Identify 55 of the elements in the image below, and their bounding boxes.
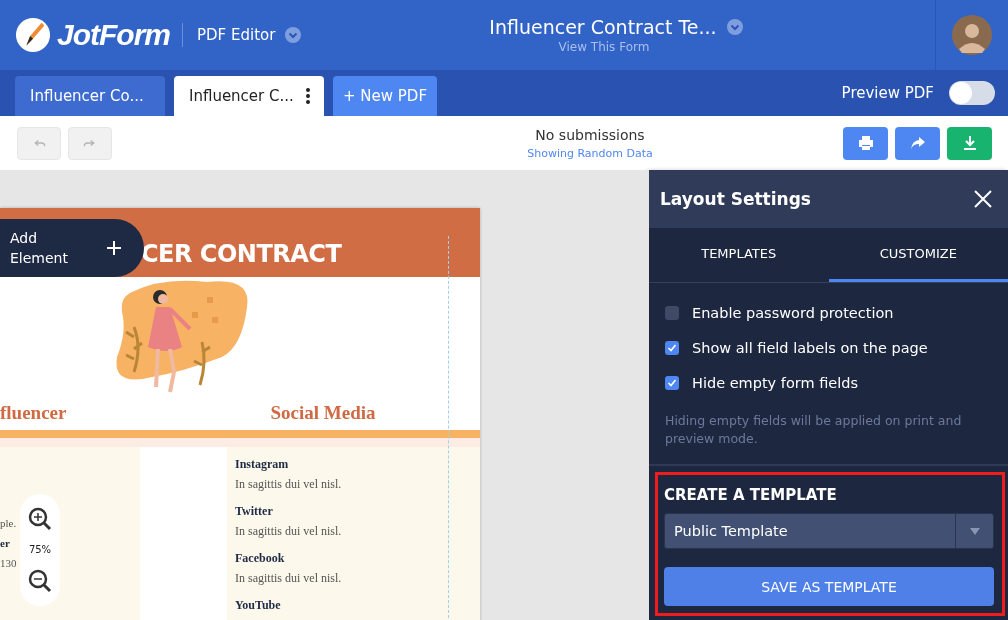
print-button[interactable] [843, 126, 888, 160]
hint-text: Hiding empty fields will be applied on print and preview mode. [665, 412, 963, 448]
section-title: CREATE A TEMPLATE [664, 486, 838, 504]
social-network-label: YouTube [235, 598, 282, 613]
download-button[interactable] [947, 126, 992, 160]
social-network-label: Facebook [235, 551, 286, 566]
logo-text[interactable]: JotForm [57, 18, 170, 52]
document-text: er [0, 536, 10, 551]
template-type-select[interactable]: Public Template [664, 513, 994, 549]
social-network-text: In sagittis dui vel nisl. [235, 477, 343, 492]
panel-title: Layout Settings [660, 189, 811, 209]
document-title: CER CONTRACT [141, 240, 342, 269]
checkbox[interactable] [665, 375, 679, 390]
view-form-link[interactable]: View This Form [558, 40, 650, 54]
app-name: PDF Editor [197, 26, 276, 44]
social-network-label: Twitter [235, 504, 274, 519]
avatar-icon[interactable] [952, 15, 992, 55]
option-label: Enable password protection [692, 304, 894, 321]
document-tab[interactable]: Influencer C... [174, 76, 324, 116]
add-element-button[interactable]: Add Element [0, 219, 144, 277]
share-button[interactable] [895, 126, 940, 160]
option-label: Show all field labels on the page [692, 339, 928, 356]
section-heading: fluencer [0, 401, 67, 424]
save-as-template-button[interactable]: SAVE AS TEMPLATE [664, 567, 994, 606]
zoom-out-icon[interactable] [28, 569, 52, 594]
section-heading: Social Media [270, 401, 376, 424]
close-icon[interactable] [974, 190, 992, 208]
share-icon [909, 135, 926, 151]
social-network-label: Instagram [235, 457, 290, 472]
preview-pdf-label: Preview PDF [841, 84, 934, 102]
social-network-text: In sagittis dui vel nisl. [235, 524, 343, 539]
option-label: Hide empty form fields [692, 374, 859, 391]
social-network-text: In sagittis dui vel nisl. [235, 571, 343, 586]
zoom-in-icon[interactable] [28, 506, 52, 531]
checkbox[interactable] [665, 340, 679, 355]
random-data-link[interactable]: Showing Random Data [527, 146, 653, 160]
document-tab[interactable]: Influencer Co... [15, 76, 165, 116]
download-icon [962, 135, 977, 151]
chevron-down-icon[interactable] [726, 19, 743, 35]
submission-status: No submissions [535, 126, 645, 143]
new-pdf-tab[interactable]: + New PDF [333, 76, 438, 116]
panel-tab[interactable]: CUSTOMIZE [828, 228, 1008, 282]
preview-toggle[interactable] [949, 81, 995, 105]
logo-icon[interactable] [15, 16, 51, 54]
plus-icon [106, 240, 122, 256]
zoom-level: 75% [28, 544, 52, 556]
form-title: Influencer Contract Te... [489, 16, 717, 38]
document-text: ple. [0, 516, 17, 531]
document-text: 130 [0, 556, 17, 571]
caret-icon [969, 527, 980, 535]
chevron-down-icon[interactable] [285, 27, 302, 43]
printer-icon [857, 135, 874, 151]
panel-tab[interactable]: TEMPLATES [649, 228, 829, 282]
checkbox[interactable] [665, 305, 679, 320]
kebab-menu-icon[interactable] [306, 88, 310, 104]
